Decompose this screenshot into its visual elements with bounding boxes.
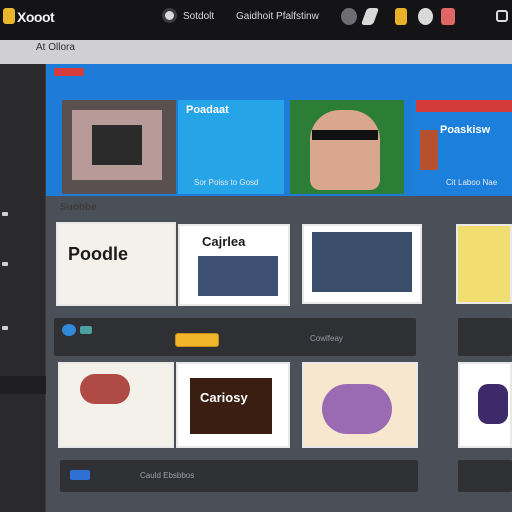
sidebar-item-1[interactable] <box>2 212 8 216</box>
shelf-right-text: Cowlfeay <box>310 334 343 343</box>
sidebar-item-2[interactable] <box>2 262 8 266</box>
hero-caption-1: Sor Poiss to Gosd <box>194 178 259 187</box>
gamepad-icon[interactable] <box>360 8 380 25</box>
hero-banner: Poadaat Poaskisw Sor Poiss to Gosd Cit L… <box>46 64 512 196</box>
bird-icon <box>62 324 76 336</box>
sidebar-item-3[interactable] <box>2 326 8 330</box>
hero-tile-title: Poadaat <box>186 104 229 116</box>
left-sidebar <box>0 64 46 512</box>
game-card-1[interactable]: Poodle <box>56 222 176 306</box>
card-title: Poodle <box>68 244 129 264</box>
hero-badge <box>54 68 84 76</box>
hero-tile-1[interactable] <box>62 100 176 194</box>
flag-icon[interactable] <box>395 8 407 25</box>
bottom-row: Cauld Ebsbbos <box>60 460 418 492</box>
controller-icon[interactable] <box>418 8 433 25</box>
shelf-row: Cowlfeay <box>54 318 416 356</box>
hero-caption-2: Cit Laboo Nae <box>446 178 498 187</box>
window-icon[interactable] <box>496 10 508 22</box>
topbar-link-1[interactable]: Sotdolt <box>183 11 214 22</box>
shelf-row-right <box>458 318 512 356</box>
game-card-4[interactable] <box>456 224 512 304</box>
bottom-label: Cauld Ebsbbos <box>140 471 195 480</box>
breadcrumb[interactable]: At Ollora <box>36 42 75 53</box>
sub-header: At Ollora <box>0 40 512 66</box>
main-content: Poadaat Poaskisw Sor Poiss to Gosd Cit L… <box>46 64 512 512</box>
bottom-row-right <box>458 460 512 492</box>
game-card-3[interactable] <box>302 224 422 304</box>
avatar[interactable] <box>162 8 177 23</box>
card-title-2: Cajrlea <box>202 234 246 249</box>
card-title-6: Cariosy <box>200 390 248 405</box>
section-label: Suobbe <box>60 202 97 213</box>
game-card-5[interactable] <box>58 362 174 448</box>
game-card-8[interactable] <box>458 362 512 448</box>
chat-icon <box>80 326 92 334</box>
follow-button[interactable] <box>175 333 219 347</box>
logo-icon[interactable] <box>3 8 15 24</box>
game-card-2[interactable]: Cajrlea <box>178 224 290 306</box>
top-navigation-bar: Xooot Sotdolt Gaidhoit Pfalfstinw <box>0 0 512 40</box>
hero-tile-3[interactable] <box>290 100 404 194</box>
app-logo-text[interactable]: Xooot <box>17 9 55 25</box>
shoe-icon <box>70 470 90 480</box>
topbar-link-2[interactable]: Gaidhoit Pfalfstinw <box>236 11 319 22</box>
hero-tile-title-2: Poaskisw <box>440 124 491 136</box>
cup-icon[interactable] <box>441 8 455 25</box>
game-card-6[interactable]: Cariosy <box>176 362 290 448</box>
game-card-7[interactable] <box>302 362 418 448</box>
face-icon[interactable] <box>341 8 357 25</box>
sidebar-item-active[interactable] <box>0 376 46 394</box>
